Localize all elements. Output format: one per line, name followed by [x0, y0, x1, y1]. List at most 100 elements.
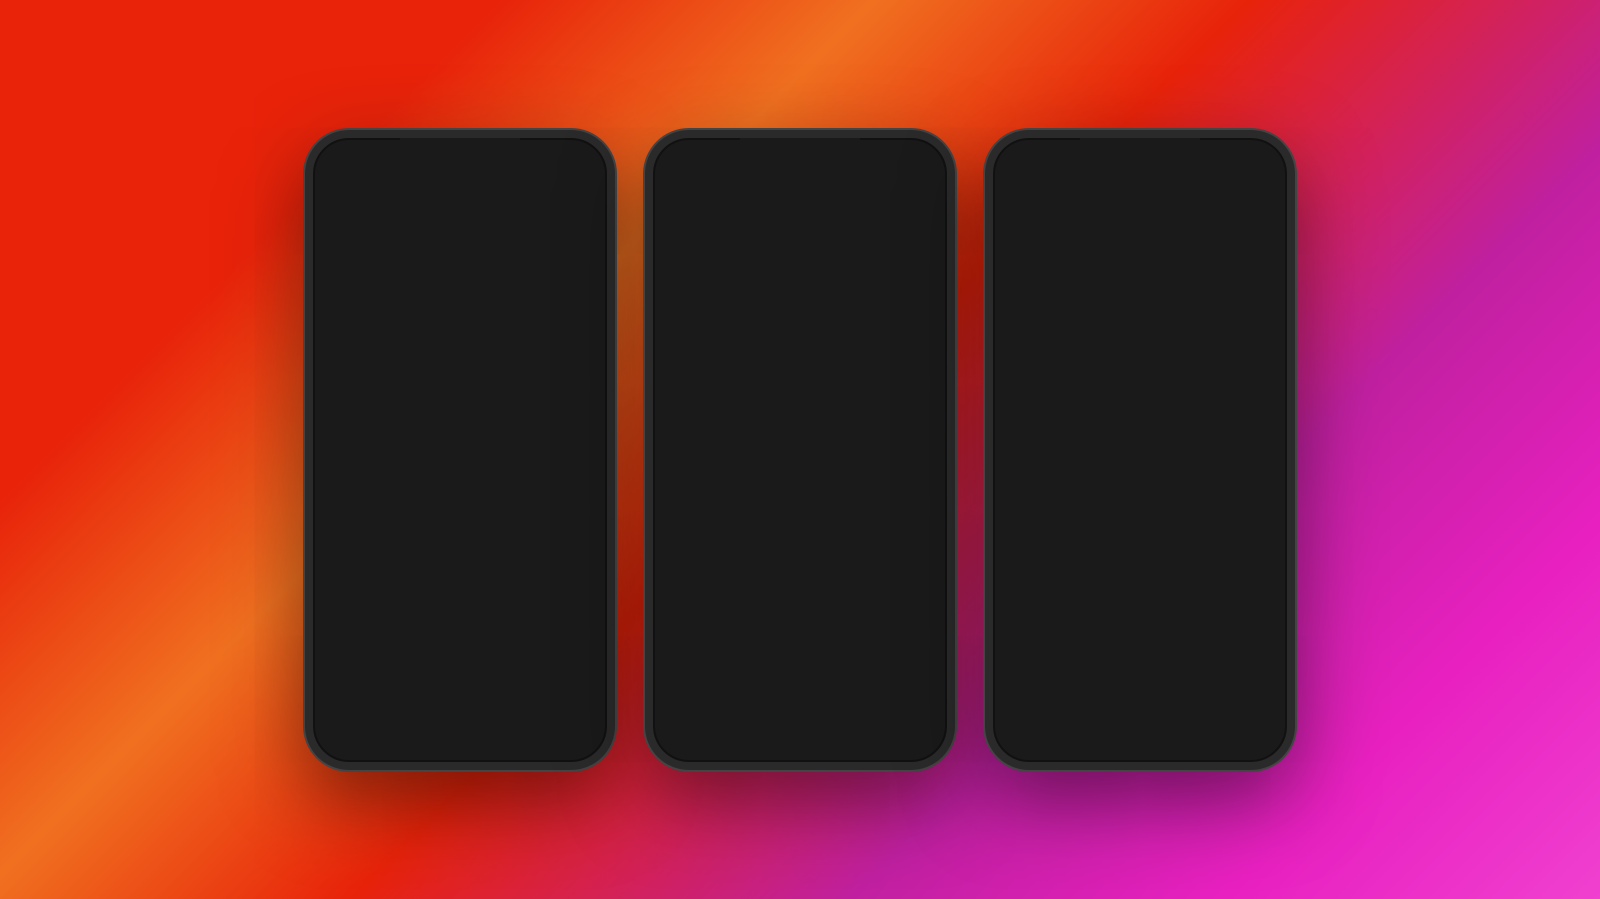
- tab-tagged[interactable]: 👤: [1214, 383, 1288, 426]
- cover-thumbnail[interactable]: Cover: [325, 254, 405, 354]
- profile-tabs: ⊞ ▶ 📺 👤: [993, 383, 1287, 427]
- profile-back-button[interactable]: ‹: [1009, 178, 1015, 199]
- bottom-nav-3: 🏠 🔍 ➕ ♡ 👤: [993, 605, 1287, 652]
- style-label: Style: [844, 219, 871, 233]
- profile-cell-1[interactable]: ▶ 30.2K: [993, 427, 1090, 515]
- home-bar-1: [420, 596, 500, 600]
- play-icon-1: ▶: [999, 500, 1006, 511]
- nav-search-3[interactable]: 🔍: [1070, 616, 1097, 642]
- reels-option-title: Share to Reels in Explore: [367, 381, 595, 396]
- tab-story[interactable]: Story: [460, 204, 607, 241]
- wifi-icon: WiFi: [552, 151, 575, 163]
- search-placeholder: Search: [697, 184, 741, 200]
- status-icons-3: ▐▐▐ WiFi ▓: [1204, 151, 1267, 163]
- reels-option-icon: ▶: [325, 381, 357, 413]
- reels-main-video[interactable]: ▶ Reels: [653, 246, 947, 586]
- search-bar[interactable]: 🔍 Search: [665, 178, 935, 206]
- profile-header-bar: ‹ trevorbell ⋯: [993, 170, 1287, 207]
- status-icons-1: ▐▐▐ WiFi ▓: [524, 151, 587, 163]
- cell-views-1: ▶ 30.2K: [999, 500, 1036, 511]
- wifi-icon-2: WiFi: [892, 151, 915, 163]
- signal-icon: ▐▐▐: [524, 151, 547, 163]
- grid-item-3[interactable]: [850, 586, 947, 676]
- followers-count: 226k: [1154, 235, 1201, 253]
- also-share-label: Also Share to Feed: [325, 457, 436, 472]
- stat-followers: 226k Followers: [1154, 235, 1201, 271]
- profile-username: trevorbell: [1100, 180, 1168, 197]
- also-share-check[interactable]: ✓: [571, 452, 595, 476]
- profile-cell-2[interactable]: ▶ 37.3K: [1092, 427, 1189, 515]
- phone-explore: 9:41 ▐▐▐ WiFi ▓ 🔍 Search 📺 IGTV 🛍 Shop ✨: [645, 130, 955, 770]
- shop-icon: 🛍: [750, 219, 765, 233]
- grid-item-2[interactable]: [752, 586, 849, 676]
- profile-cell-4[interactable]: [993, 517, 1090, 605]
- play-icon-3: ▶: [1196, 500, 1203, 511]
- cell-views-3: ▶ 45K: [1196, 500, 1224, 511]
- profile-grid: ▶ 30.2K ▶ 37.3K ▶ 45K: [993, 427, 1287, 605]
- views-count-2: 37.3K: [1108, 500, 1135, 511]
- nav-likes-3[interactable]: ♡: [1190, 616, 1210, 642]
- phone-screen-3: 9:41 ▐▐▐ WiFi ▓ ‹ trevorbell ⋯ 🧑 1,081 P…: [993, 138, 1287, 762]
- search-icon: 🔍: [675, 184, 691, 200]
- category-style[interactable]: ✨ Style: [815, 214, 881, 238]
- dropdown-button[interactable]: ▾: [1243, 342, 1271, 373]
- category-igtv[interactable]: 📺 IGTV: [665, 214, 732, 238]
- status-bar-1: 9:41 ▐▐▐ WiFi ▓: [313, 138, 607, 170]
- home-bar-3: [1100, 658, 1180, 662]
- profile-info-row: 🧑 1,081 Posts 226k Followers 2,943 Follo…: [993, 207, 1287, 299]
- grid-bg-3: [850, 586, 947, 676]
- profile-display-name: Trevor: [993, 299, 1287, 318]
- status-bar-2: 9:41 ▐▐▐ WiFi ▓: [653, 138, 947, 170]
- grid-item-1[interactable]: [653, 586, 750, 676]
- tab-reels[interactable]: Reels: [313, 204, 460, 241]
- nav-profile-3[interactable]: 👤: [1243, 616, 1270, 642]
- igtv-label: IGTV: [694, 219, 722, 233]
- shop-label: Shop: [769, 219, 797, 233]
- status-time-2: 9:41: [673, 150, 697, 164]
- play-icon-2: ▶: [1098, 500, 1105, 511]
- profile-cell-5[interactable]: [1092, 517, 1189, 605]
- followed-by: Followed by kenzoere and eloears: [993, 318, 1287, 342]
- profile-avatar[interactable]: 🧑: [1009, 217, 1081, 289]
- reels-grid: [653, 586, 947, 762]
- status-time-3: 9:41: [1013, 150, 1037, 164]
- grid-item-4[interactable]: [653, 678, 750, 762]
- views-count-1: 30.2K: [1009, 500, 1036, 511]
- profile-cell-6[interactable]: [1190, 517, 1287, 605]
- follower-2[interactable]: eloears: [1155, 318, 1197, 332]
- tab-reels-profile[interactable]: ▶: [1067, 383, 1141, 426]
- profile-cell-3[interactable]: ▶ 45K: [1190, 427, 1287, 515]
- nav-home-3[interactable]: 🏠: [1009, 616, 1036, 642]
- share-tabs: Reels Story: [313, 204, 607, 242]
- share-button[interactable]: Share: [325, 513, 595, 551]
- igtv-icon: 📺: [675, 219, 690, 233]
- nav-add-3[interactable]: ➕: [1130, 616, 1157, 642]
- signal-icon-2: ▐▐▐: [864, 151, 887, 163]
- grid-item-5[interactable]: [752, 678, 849, 762]
- follower-1[interactable]: kenzoere: [1076, 318, 1128, 332]
- save-draft-button[interactable]: Save as Draft: [325, 561, 595, 576]
- share-to-reels-option: ▶ Share to Reels in Explore Your reel ma…: [325, 370, 595, 440]
- views-count-3: 45K: [1206, 500, 1224, 511]
- comics-label: Comics: [918, 219, 947, 233]
- category-comics[interactable]: 💬 Comics: [889, 214, 947, 238]
- grid-bg-4: [653, 678, 750, 762]
- caption-input[interactable]: [415, 254, 595, 354]
- tab-tv[interactable]: 📺: [1140, 383, 1214, 426]
- reels-badge-icon: ▶: [665, 552, 689, 576]
- more-options-button[interactable]: ⋯: [1253, 178, 1271, 199]
- category-shop[interactable]: 🛍 Shop: [740, 214, 807, 238]
- reels-label-text: Reels: [695, 556, 730, 571]
- grid-item-6[interactable]: [850, 678, 947, 762]
- reels-option-desc: Your reel may appear in Explore and can …: [367, 399, 595, 430]
- grid-bg-2: [752, 586, 849, 676]
- phone-profile: 9:41 ▐▐▐ WiFi ▓ ‹ trevorbell ⋯ 🧑 1,081 P…: [985, 130, 1295, 770]
- tab-grid[interactable]: ⊞: [993, 383, 1067, 426]
- also-share-row[interactable]: Also Share to Feed ✓: [325, 439, 595, 488]
- wifi-icon-3: WiFi: [1232, 151, 1255, 163]
- follow-button[interactable]: Follow: [1009, 342, 1117, 373]
- battery-icon-3: ▓: [1259, 151, 1267, 163]
- grid-bg-1: [653, 586, 750, 676]
- back-button[interactable]: ‹: [329, 176, 335, 197]
- message-button[interactable]: Message: [1125, 342, 1235, 373]
